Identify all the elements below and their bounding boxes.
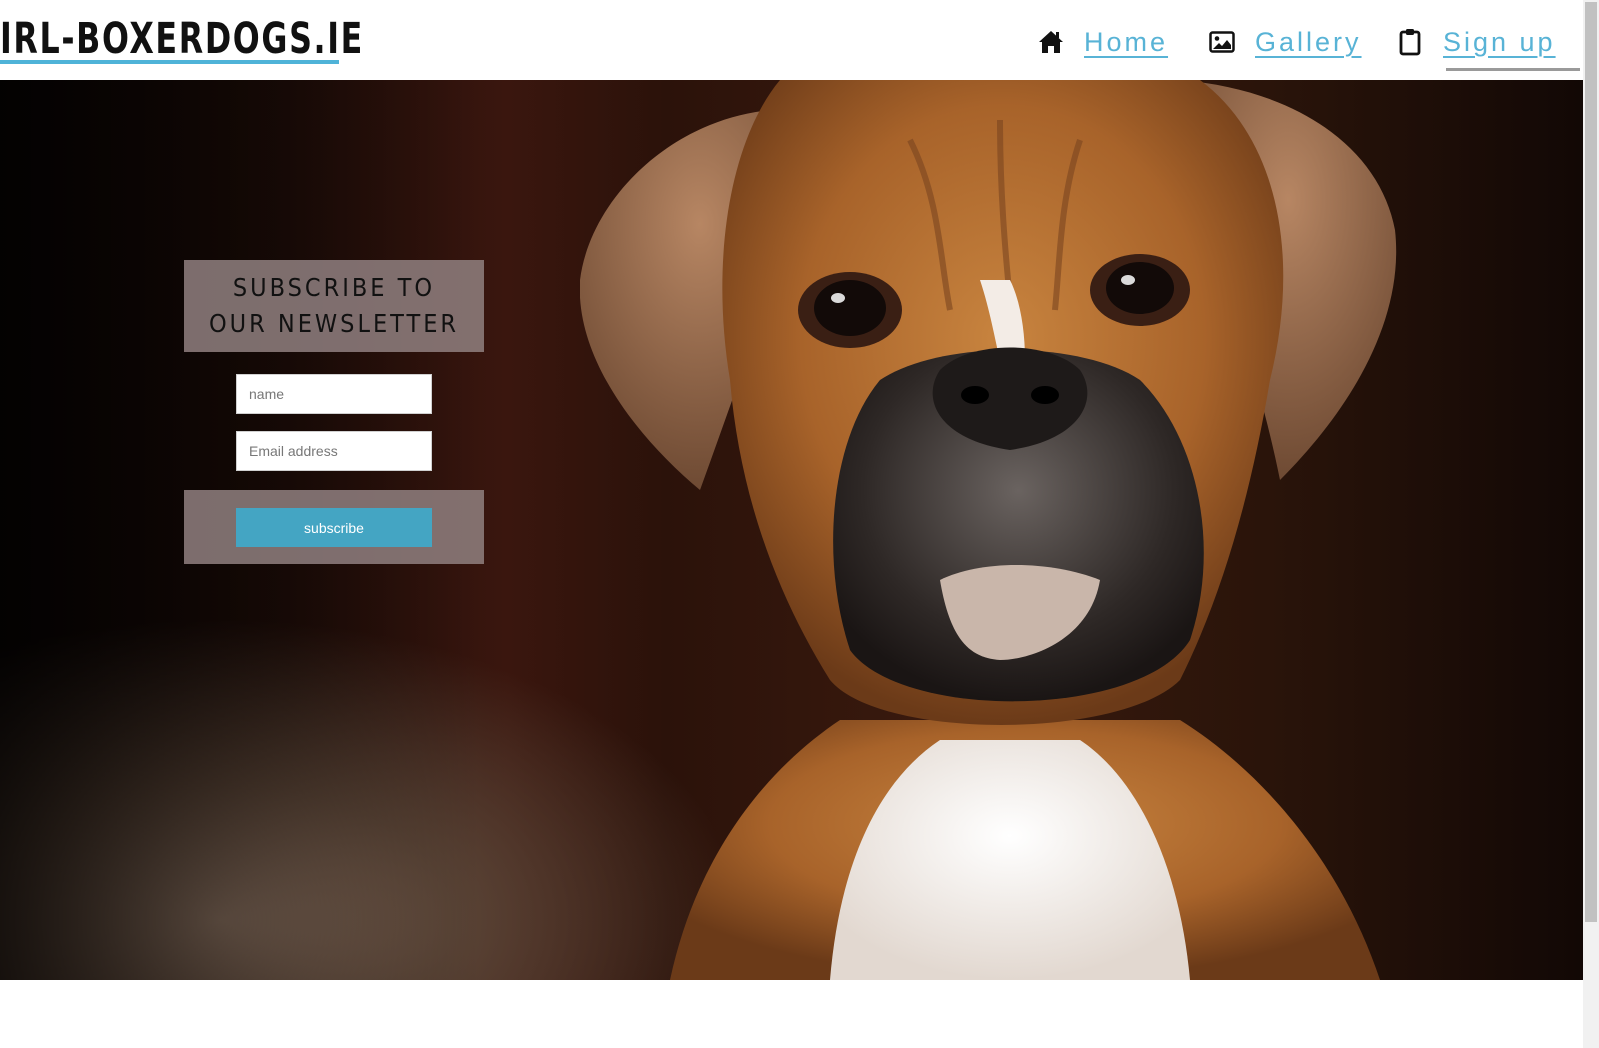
clipboard-icon <box>1396 28 1424 56</box>
nav-home-label: Home <box>1084 26 1169 57</box>
image-icon <box>1208 28 1236 56</box>
nav-active-indicator <box>1446 68 1580 71</box>
subscribe-button[interactable]: subscribe <box>236 508 432 547</box>
logo-underline <box>0 60 339 64</box>
nav-home[interactable]: Home <box>1037 22 1168 62</box>
name-input[interactable] <box>236 374 432 414</box>
site-header: IRL-BOXERDOGS.IE Home Gallery Sign up <box>0 0 1583 80</box>
nav-gallery[interactable]: Gallery <box>1208 22 1362 62</box>
nav-signup[interactable]: Sign up <box>1396 22 1556 62</box>
nav-gallery-label: Gallery <box>1255 26 1362 57</box>
scrollbar-track[interactable] <box>1583 0 1599 1048</box>
home-icon <box>1037 28 1065 56</box>
site-logo[interactable]: IRL-BOXERDOGS.IE <box>0 14 364 64</box>
boxer-dog-image <box>580 80 1397 980</box>
scrollbar-thumb[interactable] <box>1585 2 1597 922</box>
newsletter-title: SUBSCRIBE TO OUR NEWSLETTER <box>208 273 460 338</box>
newsletter-header: SUBSCRIBE TO OUR NEWSLETTER <box>184 260 484 352</box>
email-input[interactable] <box>236 431 432 471</box>
nav-signup-label: Sign up <box>1443 26 1556 57</box>
